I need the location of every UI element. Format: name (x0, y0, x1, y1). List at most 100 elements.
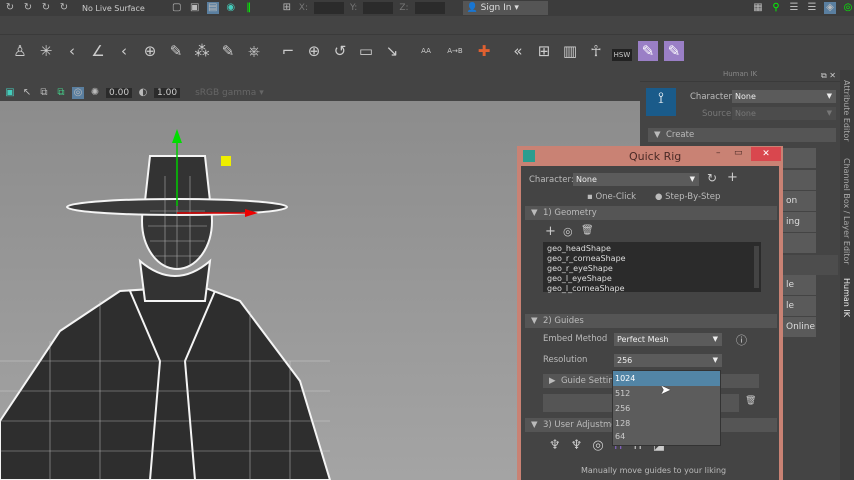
refresh-icon[interactable]: ↻ (707, 171, 717, 185)
scrollbar[interactable] (754, 246, 759, 288)
tab-human-ik[interactable]: Human IK (842, 278, 851, 317)
option-256[interactable]: 256 (613, 401, 720, 416)
mirror-left-icon[interactable]: ♆ (549, 438, 561, 453)
snap-icon[interactable]: ↻ (4, 2, 16, 14)
live-surface[interactable]: No Live Surface (82, 4, 145, 13)
view-icon[interactable]: ▣ (4, 87, 16, 99)
ipr-icon[interactable]: ▤ (206, 2, 219, 14)
create-button[interactable] (782, 148, 816, 168)
embed-method-dropdown[interactable]: Perfect Mesh ▼ (614, 333, 722, 346)
isolate-icon[interactable]: ◎ (72, 86, 84, 99)
ik-handle-icon[interactable]: ‹ (62, 41, 82, 61)
snap-icon[interactable]: ↻ (22, 2, 34, 14)
select-geometry-icon[interactable]: ◎ (563, 225, 573, 238)
paint-weights-icon[interactable]: ⁂ (192, 41, 212, 61)
channel-box-icon[interactable]: ◈ (824, 2, 836, 14)
create-button[interactable]: ing (782, 212, 816, 232)
color-space-dropdown[interactable]: sRGB gamma ▾ (195, 88, 295, 98)
create-button[interactable]: on (782, 191, 816, 211)
modeling-toolkit-icon[interactable]: ▦ (752, 2, 764, 14)
ik-spline-icon[interactable]: ∠ (88, 41, 108, 61)
option-64[interactable]: 64 (613, 431, 720, 443)
tool-settings-icon[interactable]: ☰ (806, 2, 818, 14)
section-header[interactable] (782, 255, 838, 275)
close-icon[interactable]: ⧉ ✕ (821, 71, 836, 81)
hik-logo-icon[interactable]: ⟟ (646, 88, 676, 116)
one-click-radio[interactable]: ▪ One-Click (587, 192, 636, 202)
gamma-icon[interactable]: ◐ (137, 87, 149, 99)
trash-icon[interactable]: 🗑 (745, 396, 756, 406)
create-button[interactable]: Online (782, 317, 816, 337)
exposure-field[interactable]: 0.00 (106, 87, 133, 98)
smooth-bind-icon[interactable]: ✎ (218, 41, 238, 61)
list-item[interactable]: geo_l_corneaShape (547, 284, 757, 294)
sign-in-button[interactable]: 👤 Sign In ▾ (462, 1, 548, 15)
create-button[interactable]: le (782, 296, 816, 316)
skeleton-icon[interactable]: ♙ (10, 41, 30, 61)
exposure-icon[interactable]: ✺ (89, 87, 101, 99)
humanoid-icon[interactable]: ☥ (586, 41, 606, 61)
scale-constraint-icon[interactable]: ▭ (356, 41, 376, 61)
create-section[interactable]: ▼ Create (648, 128, 836, 142)
add-icon[interactable]: + (727, 170, 738, 185)
script-icon[interactable]: ✎ (664, 40, 684, 61)
tab-channel-box[interactable]: Channel Box / Layer Editor (842, 158, 851, 265)
snap-icon[interactable]: ↻ (40, 2, 52, 14)
step-by-step-radio[interactable]: ● Step-By-Step (655, 192, 720, 202)
geometry-section[interactable]: ▼ 1) Geometry (525, 206, 777, 220)
hik-icon[interactable]: ⚲ (770, 2, 782, 14)
create-button[interactable] (782, 170, 816, 190)
copy-icon[interactable]: ⧉ (38, 87, 50, 99)
create-button[interactable] (782, 233, 816, 253)
resolution-dropdown[interactable]: 256 ▼ (614, 354, 722, 367)
minimize-button[interactable]: – (716, 148, 721, 158)
help-icon[interactable]: ⓘ (736, 332, 747, 348)
lattice-icon[interactable]: ⊞ (534, 41, 554, 61)
snap-icon[interactable]: ↻ (58, 2, 70, 14)
source-dropdown[interactable]: None ▼ (732, 107, 836, 120)
list-item[interactable]: geo_r_eyeShape (547, 264, 757, 274)
pause-icon[interactable]: ‖ (243, 2, 255, 14)
quick-rig-icon[interactable]: ✚ (474, 41, 494, 61)
orient-constraint-icon[interactable]: ↺ (330, 41, 350, 61)
attribute-editor-icon[interactable]: ☰ (788, 2, 800, 14)
bind-skin-icon[interactable]: ✎ (166, 41, 186, 61)
gamma-field[interactable]: 1.00 (154, 87, 181, 98)
aa-icon[interactable]: AA (416, 41, 436, 61)
y-field[interactable] (363, 2, 394, 14)
list-item[interactable]: geo_r_corneaShape (547, 254, 757, 264)
add-geometry-icon[interactable]: + (545, 224, 556, 239)
layer-icon[interactable]: ◎ (842, 2, 854, 14)
insert-joint-icon[interactable]: ‹ (114, 41, 134, 61)
select-guides-icon[interactable]: ◎ (592, 438, 603, 453)
geometry-list[interactable]: geo_headShape geo_r_corneaShape geo_r_ey… (543, 242, 761, 294)
render-settings-icon[interactable]: ◉ (225, 2, 237, 14)
hsw-icon[interactable]: HSW (612, 48, 632, 61)
list-item[interactable]: geo_l_eyeShape (547, 274, 757, 284)
transform-icon[interactable]: ⊞ (281, 2, 293, 14)
script-icon[interactable]: ✎ (638, 40, 658, 61)
trash-icon[interactable]: 🗑 (581, 225, 594, 236)
history-icon[interactable]: ▢ (171, 2, 183, 14)
list-item[interactable]: geo_headShape (547, 244, 757, 254)
character-dropdown[interactable]: None ▼ (573, 173, 699, 186)
a-to-b-icon[interactable]: A→B (442, 41, 468, 61)
joint-icon[interactable]: ✳ (36, 41, 56, 61)
maximize-button[interactable]: ▭ (734, 148, 743, 158)
character-dropdown[interactable]: None ▼ (732, 90, 836, 103)
copy-icon[interactable]: ⧉ (55, 87, 67, 99)
z-field[interactable] (414, 2, 445, 14)
mirror-joint-icon[interactable]: ⊕ (140, 41, 160, 61)
rig-icon[interactable]: « (508, 41, 528, 61)
create-button[interactable]: le (782, 275, 816, 295)
mirror-right-icon[interactable]: ♆ (571, 438, 583, 453)
guides-section[interactable]: ▼ 2) Guides (525, 314, 777, 328)
render-icon[interactable]: ▣ (189, 2, 201, 14)
parent-constraint-icon[interactable]: ⌐ (278, 41, 298, 61)
select-icon[interactable]: ↖ (21, 87, 33, 99)
detach-skin-icon[interactable]: ⎈ (244, 41, 264, 61)
point-constraint-icon[interactable]: ⊕ (304, 41, 324, 61)
title-bar[interactable]: Quick Rig – ▭ ✕ (521, 146, 781, 166)
tab-attribute-editor[interactable]: Attribute Editor (842, 80, 851, 142)
x-field[interactable] (313, 2, 344, 14)
